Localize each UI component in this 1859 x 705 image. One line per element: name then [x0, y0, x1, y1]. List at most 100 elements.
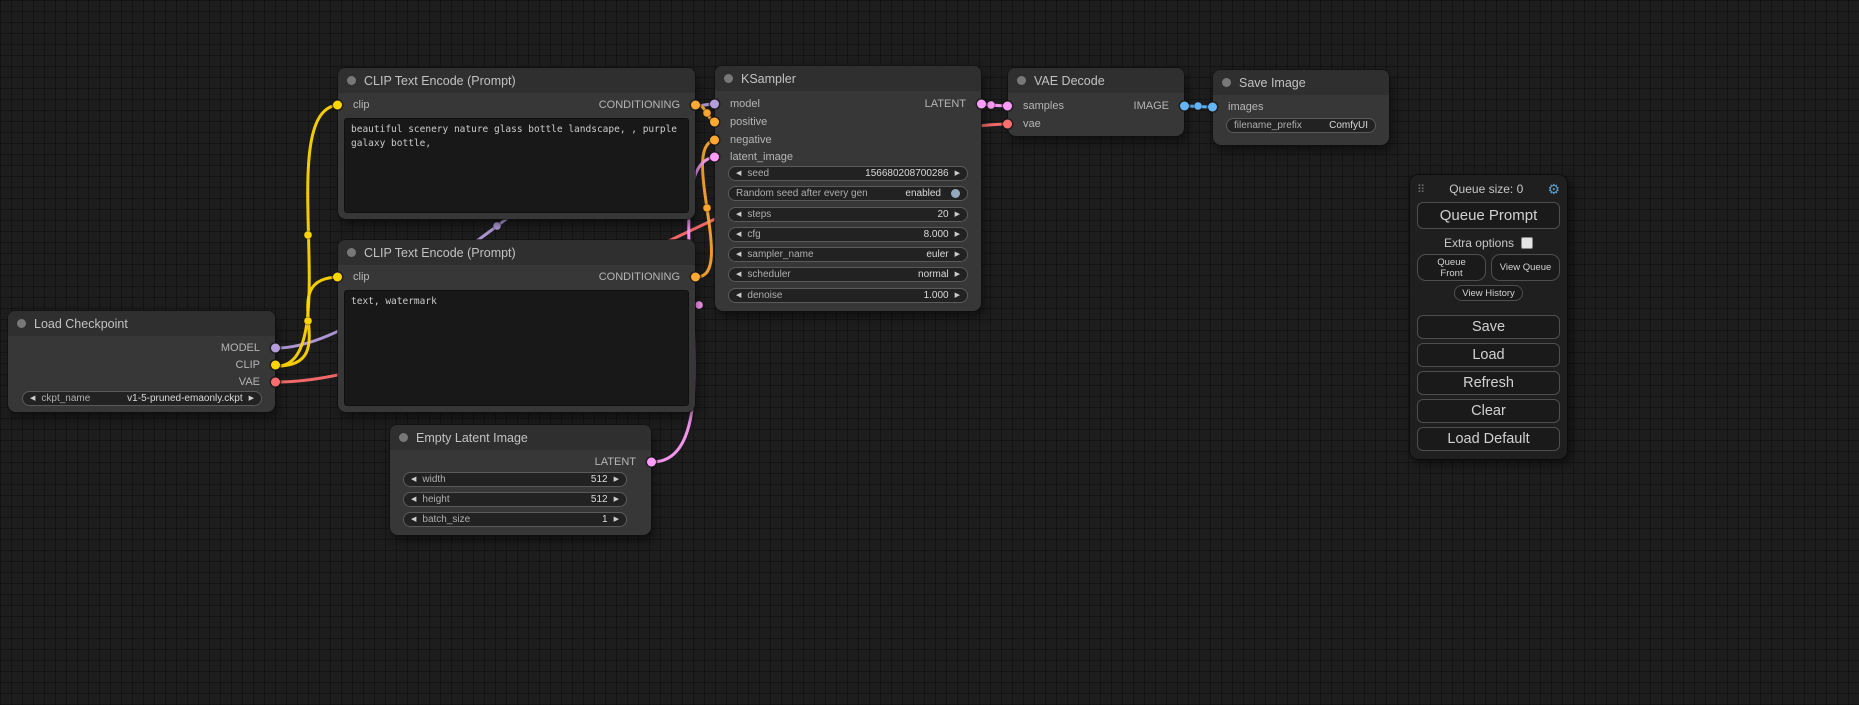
output-port-clip[interactable] — [271, 361, 280, 370]
decrement-arrow-icon[interactable]: ◀ — [736, 231, 741, 238]
link-midpoint-dot[interactable] — [703, 109, 711, 117]
height-widget[interactable]: ◀ height 512 ▶ — [403, 492, 627, 507]
widget-label: steps — [747, 209, 771, 220]
input-port-negative[interactable] — [710, 136, 719, 145]
sampler-name-widget[interactable]: ◀ sampler_name euler ▶ — [728, 247, 968, 262]
filename-prefix-widget[interactable]: filename_prefix ComfyUI — [1226, 118, 1376, 133]
link-midpoint-dot[interactable] — [304, 231, 312, 239]
node-header[interactable]: KSampler — [715, 66, 981, 91]
node-header[interactable]: CLIP Text Encode (Prompt) — [338, 68, 695, 93]
link-midpoint-dot[interactable] — [304, 317, 312, 325]
widget-value: 512 — [591, 494, 608, 505]
slot-row: model LATENT — [715, 96, 981, 112]
increment-arrow-icon[interactable]: ▶ — [249, 395, 254, 402]
slot-row: clip CONDITIONING — [338, 269, 695, 285]
output-label-latent: LATENT — [595, 456, 636, 468]
output-port-conditioning[interactable] — [691, 273, 700, 282]
load-default-button[interactable]: Load Default — [1417, 427, 1560, 451]
increment-arrow-icon[interactable]: ▶ — [955, 211, 960, 218]
input-port-positive[interactable] — [710, 118, 719, 127]
output-port-image[interactable] — [1180, 102, 1189, 111]
refresh-button[interactable]: Refresh — [1417, 371, 1560, 395]
node-header[interactable]: Save Image — [1213, 70, 1389, 95]
widget-value: 156680208700286 — [865, 168, 948, 179]
node-clip-text-encode-negative[interactable]: CLIP Text Encode (Prompt) clip CONDITION… — [338, 240, 695, 412]
increment-arrow-icon[interactable]: ▶ — [614, 496, 619, 503]
decrement-arrow-icon[interactable]: ◀ — [736, 251, 741, 258]
queue-front-button[interactable]: Queue Front — [1417, 254, 1486, 281]
queue-actions-row: Queue Front View Queue — [1417, 254, 1560, 281]
node-save-image[interactable]: Save Image images filename_prefix ComfyU… — [1213, 70, 1389, 145]
increment-arrow-icon[interactable]: ▶ — [955, 251, 960, 258]
drag-handle-icon[interactable]: ⠿ — [1417, 183, 1425, 196]
input-port-clip[interactable] — [333, 101, 342, 110]
node-empty-latent-image[interactable]: Empty Latent Image LATENT ◀ width 512 ▶ … — [390, 425, 651, 535]
decrement-arrow-icon[interactable]: ◀ — [411, 496, 416, 503]
queue-prompt-button[interactable]: Queue Prompt — [1417, 202, 1560, 229]
width-widget[interactable]: ◀ width 512 ▶ — [403, 472, 627, 487]
link-midpoint-dot[interactable] — [695, 301, 703, 309]
extra-options-checkbox[interactable] — [1521, 237, 1533, 249]
input-port-images[interactable] — [1208, 103, 1217, 112]
decrement-arrow-icon[interactable]: ◀ — [411, 516, 416, 523]
widget-label: seed — [747, 168, 769, 179]
node-vae-decode[interactable]: VAE Decode samples IMAGE vae — [1008, 68, 1184, 136]
node-header[interactable]: Load Checkpoint — [8, 311, 275, 336]
decrement-arrow-icon[interactable]: ◀ — [30, 395, 35, 402]
output-port-latent[interactable] — [647, 458, 656, 467]
ckpt-name-widget[interactable]: ◀ ckpt_name v1-5-pruned-emaonly.ckpt ▶ — [22, 391, 262, 406]
view-history-button[interactable]: View History — [1454, 285, 1523, 301]
node-graph-canvas[interactable]: Load Checkpoint MODEL CLIP VAE ◀ ckpt_na… — [0, 0, 1859, 705]
load-button[interactable]: Load — [1417, 343, 1560, 367]
node-title: Save Image — [1239, 76, 1306, 90]
link-midpoint-dot[interactable] — [987, 101, 995, 109]
slot-row: latent_image — [715, 149, 981, 165]
node-ksampler[interactable]: KSampler model LATENT positive negative … — [715, 66, 981, 311]
cfg-widget[interactable]: ◀ cfg 8.000 ▶ — [728, 227, 968, 242]
clear-button[interactable]: Clear — [1417, 399, 1560, 423]
node-clip-text-encode-positive[interactable]: CLIP Text Encode (Prompt) clip CONDITION… — [338, 68, 695, 219]
input-port-clip[interactable] — [333, 273, 342, 282]
denoise-widget[interactable]: ◀ denoise 1.000 ▶ — [728, 288, 968, 303]
random-seed-toggle[interactable]: Random seed after every gen enabled — [728, 186, 968, 201]
settings-gear-icon[interactable]: ⚙ — [1547, 182, 1560, 196]
link-midpoint-dot[interactable] — [493, 222, 501, 230]
output-port-latent[interactable] — [977, 100, 986, 109]
widget-value: 1.000 — [924, 290, 949, 301]
decrement-arrow-icon[interactable]: ◀ — [736, 292, 741, 299]
toggle-icon[interactable] — [951, 189, 960, 198]
increment-arrow-icon[interactable]: ▶ — [955, 170, 960, 177]
increment-arrow-icon[interactable]: ▶ — [614, 516, 619, 523]
increment-arrow-icon[interactable]: ▶ — [955, 231, 960, 238]
input-port-vae[interactable] — [1003, 120, 1012, 129]
node-header[interactable]: CLIP Text Encode (Prompt) — [338, 240, 695, 265]
input-port-latent-image[interactable] — [710, 153, 719, 162]
batch-size-widget[interactable]: ◀ batch_size 1 ▶ — [403, 512, 627, 527]
decrement-arrow-icon[interactable]: ◀ — [736, 211, 741, 218]
node-header[interactable]: Empty Latent Image — [390, 425, 651, 450]
node-header[interactable]: VAE Decode — [1008, 68, 1184, 93]
negative-prompt-textarea[interactable]: text, watermark — [344, 290, 689, 406]
input-port-model[interactable] — [710, 100, 719, 109]
positive-prompt-textarea[interactable]: beautiful scenery nature glass bottle la… — [344, 118, 689, 213]
steps-widget[interactable]: ◀ steps 20 ▶ — [728, 207, 968, 222]
link-midpoint-dot[interactable] — [703, 204, 711, 212]
scheduler-widget[interactable]: ◀ scheduler normal ▶ — [728, 267, 968, 282]
decrement-arrow-icon[interactable]: ◀ — [736, 271, 741, 278]
increment-arrow-icon[interactable]: ▶ — [614, 476, 619, 483]
save-button[interactable]: Save — [1417, 315, 1560, 339]
increment-arrow-icon[interactable]: ▶ — [955, 292, 960, 299]
output-port-conditioning[interactable] — [691, 101, 700, 110]
seed-widget[interactable]: ◀ seed 156680208700286 ▶ — [728, 166, 968, 181]
input-port-samples[interactable] — [1003, 102, 1012, 111]
slot-row: CLIP — [8, 357, 275, 373]
node-load-checkpoint[interactable]: Load Checkpoint MODEL CLIP VAE ◀ ckpt_na… — [8, 311, 275, 412]
node-title: KSampler — [741, 72, 796, 86]
view-queue-button[interactable]: View Queue — [1491, 254, 1560, 281]
decrement-arrow-icon[interactable]: ◀ — [411, 476, 416, 483]
output-port-vae[interactable] — [271, 378, 280, 387]
increment-arrow-icon[interactable]: ▶ — [955, 271, 960, 278]
link-midpoint-dot[interactable] — [1194, 102, 1202, 110]
output-port-model[interactable] — [271, 344, 280, 353]
decrement-arrow-icon[interactable]: ◀ — [736, 170, 741, 177]
